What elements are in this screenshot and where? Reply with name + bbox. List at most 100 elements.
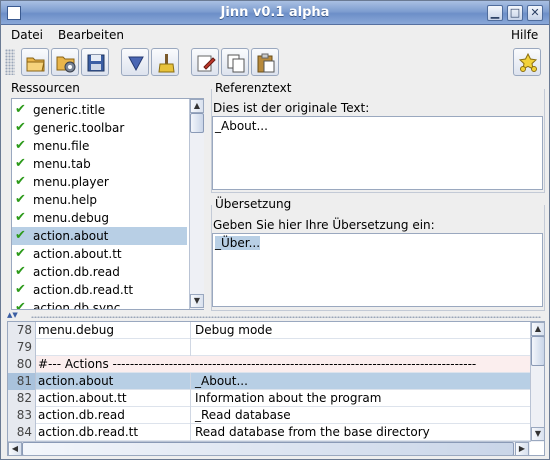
edit-button[interactable] — [191, 48, 219, 76]
paste-button[interactable] — [251, 48, 279, 76]
list-item[interactable]: ✔ action.about.tt — [12, 245, 187, 263]
check-icon: ✔ — [15, 264, 26, 279]
open-settings-icon — [56, 56, 76, 73]
key-cell[interactable] — [36, 339, 191, 356]
list-item-label: menu.help — [33, 193, 98, 207]
wizard-button[interactable] — [513, 48, 541, 76]
menu-datei[interactable]: Datei — [11, 28, 43, 42]
table-scroll-down-button[interactable]: ▼ — [531, 427, 544, 441]
key-cell[interactable]: action.db.read — [36, 407, 191, 424]
check-icon: ✔ — [15, 120, 26, 135]
open-button[interactable] — [21, 48, 49, 76]
broom-icon — [158, 54, 175, 73]
reference-text: _About... — [215, 119, 268, 133]
list-item[interactable]: ✔ generic.toolbar — [12, 119, 187, 137]
translation-text-area[interactable]: _Über... — [212, 233, 543, 307]
table-vscrollbar[interactable]: ▲ ▼ — [530, 322, 544, 442]
minimize-button[interactable]: ▁ — [487, 5, 503, 21]
save-button[interactable] — [81, 48, 109, 76]
copy-icon — [227, 54, 245, 73]
check-icon: ✔ — [15, 300, 26, 309]
value-cell[interactable]: Read database from the base directory — [192, 424, 531, 441]
value-cell[interactable]: _About... — [192, 373, 531, 390]
table-row[interactable]: 84 action.db.read.tt Read database from th… — [8, 424, 531, 441]
scroll-down-button[interactable]: ▼ — [190, 294, 204, 308]
scroll-up-button[interactable]: ▲ — [190, 99, 204, 113]
list-item[interactable]: ✔ generic.title — [12, 101, 187, 119]
table-scroll-up-button[interactable]: ▲ — [531, 322, 544, 336]
title-bar[interactable]: Jinn v0.1 alpha ▁ □ ✕ — [1, 1, 549, 25]
list-item[interactable]: ✔ action.db.sync — [12, 299, 187, 309]
row-number: 80 — [8, 356, 36, 373]
close-icon: ✕ — [530, 6, 540, 19]
value-cell[interactable]: Information about the program — [192, 390, 531, 407]
list-item[interactable]: ✔ menu.help — [12, 191, 187, 209]
reference-label: Dies ist der originale Text: — [213, 101, 370, 115]
list-item[interactable]: ✔ action.db.read — [12, 263, 187, 281]
check-icon: ✔ — [15, 102, 26, 117]
resources-scrollbar[interactable]: ▲ ▼ — [189, 99, 204, 309]
resources-panel: Ressourcen ✔ generic.title ✔ generic.toolba… — [7, 81, 205, 313]
check-icon: ✔ — [15, 228, 26, 243]
key-cell[interactable]: action.about — [36, 373, 191, 390]
key-cell[interactable]: action.db.read.tt — [36, 424, 191, 441]
table-hscrollbar[interactable]: ◀ ▶ — [8, 441, 530, 455]
table-row[interactable]: 80 #--- Actions -------------------------… — [8, 356, 531, 373]
list-item-label: menu.debug — [33, 211, 109, 225]
translation-panel: Übersetzung Geben Sie hier Ihre Übersetz… — [211, 197, 545, 311]
close-button[interactable]: ✕ — [527, 5, 543, 21]
filter-icon — [128, 56, 144, 72]
list-item[interactable]: ✔ action.about — [12, 227, 187, 245]
table-scroll-right-button[interactable]: ▶ — [515, 442, 529, 455]
table-scroll-thumb[interactable] — [531, 336, 544, 366]
table-row[interactable]: 82 action.about.tt Information about the p… — [8, 390, 531, 407]
maximize-icon: □ — [509, 6, 521, 19]
key-cell[interactable]: menu.debug — [36, 322, 191, 339]
maximize-button[interactable]: □ — [507, 5, 523, 21]
table-row[interactable]: 79 — [8, 339, 531, 356]
list-item-label: action.db.read.tt — [33, 283, 134, 297]
value-cell[interactable] — [192, 339, 531, 356]
clean-button[interactable] — [151, 48, 179, 76]
save-icon — [87, 54, 105, 72]
scroll-thumb[interactable] — [190, 113, 204, 133]
row-number: 83 — [8, 407, 36, 424]
list-item-label: menu.player — [33, 175, 109, 189]
key-cell[interactable]: action.about.tt — [36, 390, 191, 407]
check-icon: ✔ — [15, 156, 26, 171]
key-cell[interactable]: #--- Actions ---------------------------… — [36, 356, 531, 373]
list-item[interactable]: ✔ menu.debug — [12, 209, 187, 227]
table-hscroll-thumb[interactable] — [22, 442, 514, 455]
split-divider[interactable]: ▲▼ — [1, 311, 549, 321]
value-cell[interactable]: _Read database — [192, 407, 531, 424]
toolbar — [1, 45, 549, 79]
open-settings-button[interactable] — [51, 48, 79, 76]
copy-button[interactable] — [221, 48, 249, 76]
list-item-label: action.db.read — [33, 265, 120, 279]
menu-bearbeiten[interactable]: Bearbeiten — [58, 28, 124, 42]
value-cell[interactable]: Debug mode — [192, 322, 531, 339]
table-row[interactable]: 81 action.about _About... — [8, 373, 531, 390]
reference-text-area[interactable]: _About... — [212, 116, 543, 190]
list-item-label: menu.tab — [33, 157, 91, 171]
row-number: 78 — [8, 322, 36, 339]
list-item[interactable]: ✔ menu.file — [12, 137, 187, 155]
app-window: Jinn v0.1 alpha ▁ □ ✕ Datei Bearbeiten H… — [0, 0, 550, 460]
window-title: Jinn v0.1 alpha — [220, 5, 330, 20]
toolbar-grip[interactable] — [5, 49, 15, 75]
resources-title: Ressourcen — [11, 81, 80, 95]
table-row[interactable]: 78 menu.debug Debug mode — [8, 322, 531, 339]
properties-table[interactable]: 78 menu.debug Debug mode 79 80 #--- Actions -… — [7, 321, 545, 456]
list-item-label: action.db.sync — [33, 301, 121, 309]
list-item[interactable]: ✔ menu.player — [12, 173, 187, 191]
filter-button[interactable] — [121, 48, 149, 76]
table-row[interactable]: 83 action.db.read _Read database — [8, 407, 531, 424]
table-scroll-left-button[interactable]: ◀ — [8, 442, 22, 455]
collapse-up-icon[interactable]: ▲▼ — [7, 311, 18, 319]
resources-list[interactable]: ✔ generic.title ✔ generic.toolbar ✔ menu.file… — [11, 98, 204, 310]
check-icon: ✔ — [15, 174, 26, 189]
list-item[interactable]: ✔ menu.tab — [12, 155, 187, 173]
list-item-label: generic.toolbar — [33, 121, 125, 135]
list-item[interactable]: ✔ action.db.read.tt — [12, 281, 187, 299]
menu-hilfe[interactable]: Hilfe — [511, 28, 538, 42]
